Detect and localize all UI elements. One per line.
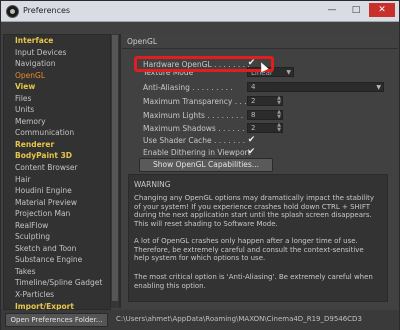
max-lights-label: Maximum Lights . . . . . . . .: [143, 111, 244, 120]
window-title: Preferences: [23, 6, 71, 15]
sidebar-item[interactable]: Files: [4, 93, 110, 105]
stepper-arrows-icon[interactable]: ▲ ▼: [277, 123, 281, 133]
sidebar-item[interactable]: Navigation: [4, 58, 110, 70]
panel-header-title: OpenGL: [127, 37, 158, 46]
sidebar-item[interactable]: Units: [4, 104, 110, 116]
sidebar-item[interactable]: Projection Man: [4, 208, 110, 220]
max-lights-field[interactable]: 8 ▲ ▼: [247, 110, 283, 120]
max-transparency-field[interactable]: 2 ▲ ▼: [247, 96, 283, 106]
sidebar-item[interactable]: X-Particles: [4, 289, 110, 301]
sidebar-item[interactable]: Sculpting: [4, 231, 110, 243]
sidebar-item[interactable]: Input Devices: [4, 47, 110, 59]
sidebar-item[interactable]: Communication: [4, 127, 110, 139]
enable-dithering-checkbox[interactable]: ✔: [247, 148, 256, 157]
sidebar-item[interactable]: Interface: [4, 35, 110, 47]
maximize-icon[interactable]: □: [345, 3, 367, 17]
preferences-window: Preferences — □ ✕ Interface Input Devices…: [0, 0, 400, 330]
sidebar-item[interactable]: Renderer: [4, 139, 110, 151]
warning-title: WARNING: [134, 180, 171, 189]
sidebar-item[interactable]: BodyPaint 3D: [4, 150, 110, 162]
max-shadows-value: 2: [251, 124, 256, 132]
sidebar-item[interactable]: RealFlow: [4, 220, 110, 232]
sidebar-item[interactable]: Substance Engine: [4, 254, 110, 266]
max-transparency-label: Maximum Transparency . . .: [143, 97, 247, 106]
scrollbar-thumb[interactable]: [112, 35, 118, 301]
title-bar[interactable]: Preferences — □ ✕: [1, 1, 399, 22]
cinema4d-app-icon: [6, 5, 19, 18]
footer-bar: Open Preferences Folder... C:\Users\ahme…: [1, 310, 399, 330]
sidebar-item[interactable]: Material Preview: [4, 197, 110, 209]
max-lights-value: 8: [251, 111, 256, 119]
panel-header: OpenGL: [122, 34, 398, 49]
panel-splitter[interactable]: [119, 34, 121, 308]
sidebar-item[interactable]: Hair: [4, 174, 110, 186]
warning-paragraph-1: Changing any OpenGL options may dramatic…: [134, 194, 375, 228]
max-transparency-value: 2: [251, 97, 256, 105]
anti-aliasing-dropdown[interactable]: 4 ▼: [247, 82, 384, 92]
close-icon[interactable]: ✕: [369, 3, 395, 17]
anti-aliasing-value: 4: [251, 83, 256, 91]
sidebar-item[interactable]: Takes: [4, 266, 110, 278]
sidebar-item[interactable]: Memory: [4, 116, 110, 128]
anti-aliasing-label: Anti-Aliasing . . . . . . . . .: [143, 83, 233, 92]
sidebar-item[interactable]: View: [4, 81, 110, 93]
sidebar-item[interactable]: Content Browser: [4, 162, 110, 174]
sidebar-item[interactable]: Timeline/Spline Gadget: [4, 277, 110, 289]
open-preferences-folder-button[interactable]: Open Preferences Folder...: [5, 313, 108, 327]
sidebar-scrollbar[interactable]: [110, 34, 119, 308]
sidebar-item[interactable]: Sketch and Toon: [4, 243, 110, 255]
max-shadows-field[interactable]: 2 ▲ ▼: [247, 123, 283, 133]
sidebar-item[interactable]: OpenGL: [4, 70, 110, 82]
use-shader-cache-checkbox[interactable]: ✔: [247, 136, 256, 145]
use-shader-cache-label: Use Shader Cache . . . . . . .: [143, 136, 246, 145]
warning-paragraph-2: A lot of OpenGL crashes only happen afte…: [134, 237, 364, 263]
show-opengl-capabilities-button[interactable]: Show OpenGL Capabilities...: [139, 158, 273, 172]
preferences-path-text: C:\Users\ahmet\AppData\Roaming\MAXON\Cin…: [116, 315, 362, 323]
max-shadows-label: Maximum Shadows . . . . . . .: [143, 124, 250, 133]
enable-dithering-label: Enable Dithering in Viewport: [143, 148, 251, 157]
stepper-arrows-icon[interactable]: ▲ ▼: [277, 110, 281, 120]
stepper-arrows-icon[interactable]: ▲ ▼: [277, 96, 281, 106]
highlight-annotation-box: [134, 56, 274, 72]
warning-paragraph-3: The most critical option is 'Anti-Aliasi…: [134, 273, 373, 290]
chevron-down-icon: ▼: [376, 84, 381, 91]
warning-box: WARNING Changing any OpenGL options may …: [128, 174, 388, 302]
sidebar-item[interactable]: Houdini Engine: [4, 185, 110, 197]
minimize-icon[interactable]: —: [321, 3, 343, 17]
chevron-down-icon: ▼: [286, 69, 291, 76]
preferences-category-list[interactable]: Interface Input Devices Navigation OpenGL Vi…: [3, 34, 111, 311]
